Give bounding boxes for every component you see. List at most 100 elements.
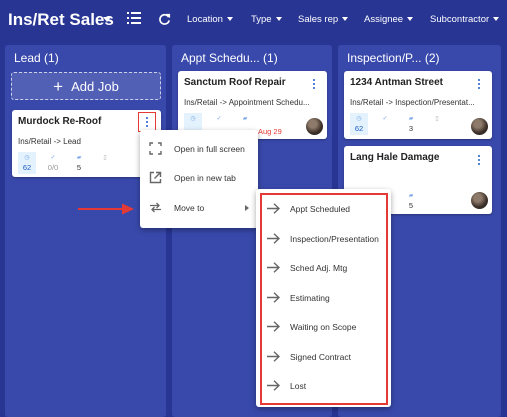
column-title: Inspection/P... (2) (347, 51, 440, 65)
refresh-icon[interactable] (158, 13, 171, 26)
card-title: Murdock Re-Roof (18, 116, 102, 127)
column-title: Appt Schedu... (1) (181, 51, 278, 65)
move-to-appt-scheduled[interactable]: Appt Scheduled (256, 194, 391, 223)
pointer-arrow-annotation (78, 203, 134, 215)
filter-label: Assignee (364, 14, 404, 25)
caret-down-icon (226, 17, 233, 22)
filter-type[interactable]: Type (251, 14, 282, 25)
arrow-right-icon (267, 203, 280, 214)
filter-label: Location (187, 14, 223, 25)
filter-assignee[interactable]: Assignee (364, 14, 414, 25)
menu-item-label: Open in new tab (174, 173, 236, 183)
stat-tasks: ✓ 0/0 (44, 152, 62, 174)
arrow-right-icon (267, 233, 280, 244)
board-title[interactable]: Ins/Ret Sales (8, 10, 114, 30)
arrow-right-icon (267, 292, 280, 303)
card-menu-button[interactable] (138, 112, 156, 132)
move-to-inspection-presentation[interactable]: Inspection/Presentation (256, 224, 391, 253)
clock-icon: ◷ (24, 155, 30, 161)
plus-icon: + (53, 76, 64, 96)
stat-value: 0/0 (47, 163, 59, 172)
filter-location[interactable]: Location (187, 14, 233, 25)
chat-icon: ▰ (76, 155, 82, 161)
stat-days: ◷ 62 (18, 152, 36, 174)
menu-item-open-new-tab[interactable]: Open in new tab (140, 164, 258, 192)
clock-icon: ◷ (356, 116, 362, 122)
check-icon: ✓ (382, 116, 388, 122)
stat-documents: ▯ (96, 152, 114, 174)
caret-down-icon (275, 17, 282, 22)
move-to-lost[interactable]: Lost (256, 371, 391, 400)
submenu-item-label: Appt Scheduled (290, 204, 351, 214)
filter-label: Type (251, 14, 272, 25)
submenu-item-label: Signed Contract (290, 352, 351, 362)
card-subtitle: Ins/Retail -> Inspection/Presentat... (350, 98, 475, 107)
submenu-item-label: Sched Adj. Mtg (290, 263, 348, 273)
check-icon: ✓ (216, 116, 222, 122)
move-icon (150, 202, 161, 213)
submenu-item-label: Waiting on Scope (290, 322, 357, 332)
chat-icon: ▰ (242, 116, 248, 122)
move-to-submenu: Appt Scheduled Inspection/Presentation S… (256, 189, 391, 407)
avatar (306, 118, 323, 135)
job-card[interactable]: Sanctum Roof Repair Ins/Retail -> Appoin… (178, 71, 327, 139)
card-context-menu: Open in full screen Open in new tab Move… (140, 130, 258, 228)
stat-value: 62 (354, 124, 364, 133)
move-to-waiting-on-scope[interactable]: Waiting on Scope (256, 312, 391, 341)
fullscreen-icon (149, 142, 162, 155)
move-to-sched-adj-mtg[interactable]: Sched Adj. Mtg (256, 253, 391, 282)
stat-value: 5 (76, 163, 82, 172)
filter-label: Subcontractor (430, 14, 490, 25)
submenu-item-label: Estimating (290, 293, 330, 303)
move-to-signed-contract[interactable]: Signed Contract (256, 342, 391, 371)
menu-item-label: Open in full screen (174, 144, 245, 154)
avatar (471, 118, 488, 135)
arrow-right-icon (267, 351, 280, 362)
menu-item-open-full-screen[interactable]: Open in full screen (140, 135, 258, 163)
stat-value: 3 (408, 124, 414, 133)
filter-subcontractor[interactable]: Subcontractor (430, 14, 500, 25)
move-to-estimating[interactable]: Estimating (256, 283, 391, 312)
caret-down-icon (407, 17, 414, 22)
card-title: Lang Hale Damage (350, 152, 440, 163)
stat-days: ◷ 62 (350, 113, 368, 135)
chat-icon: ▰ (408, 116, 414, 122)
column-title: Lead (1) (14, 51, 59, 65)
arrow-right-icon (267, 262, 280, 273)
stat-value: 5 (408, 201, 414, 210)
document-icon: ▯ (435, 116, 439, 122)
submenu-item-label: Lost (290, 381, 307, 391)
filter-sales-rep[interactable]: Sales rep (298, 14, 349, 25)
stat-messages: ▰ 5 (70, 152, 88, 174)
card-title: 1234 Antman Street (350, 77, 443, 88)
job-card[interactable]: 1234 Antman Street Ins/Retail -> Inspect… (344, 71, 492, 139)
stat-value: 62 (22, 163, 32, 172)
menu-item-move-to[interactable]: Move to (140, 194, 258, 222)
stat-tasks: ✓ (376, 113, 394, 135)
check-icon: ✓ (50, 155, 56, 161)
group-by-icon[interactable] (127, 12, 141, 26)
card-subtitle: Ins/Retail -> Appointment Schedu... (184, 98, 310, 107)
clock-icon: ◷ (190, 116, 196, 122)
menu-item-label: Move to (174, 203, 205, 213)
stat-messages: ▰ 3 (402, 113, 420, 135)
stat-messages: ▰ 5 (402, 190, 420, 212)
card-menu-button[interactable] (308, 76, 320, 92)
board-title-text: Ins/Ret Sales (8, 10, 114, 29)
card-title: Sanctum Roof Repair (184, 77, 286, 88)
card-menu-button[interactable] (473, 152, 485, 168)
add-job-label: Add Job (71, 78, 119, 94)
caret-down-icon (342, 17, 349, 22)
card-subtitle: Ins/Retail -> Lead (18, 137, 81, 146)
arrow-right-icon (267, 321, 280, 332)
column-lead: Lead (1) + Add Job (5, 45, 166, 417)
avatar (471, 192, 488, 209)
chat-icon: ▰ (408, 193, 414, 199)
card-menu-button[interactable] (473, 76, 485, 92)
caret-down-icon (493, 17, 500, 22)
document-icon: ▯ (103, 155, 107, 161)
job-card[interactable]: Murdock Re-Roof Ins/Retail -> Lead ◷ 62 ✓… (12, 110, 161, 177)
chevron-down-icon[interactable] (103, 17, 111, 23)
add-job-button[interactable]: + Add Job (11, 72, 161, 100)
filter-label: Sales rep (298, 14, 339, 25)
